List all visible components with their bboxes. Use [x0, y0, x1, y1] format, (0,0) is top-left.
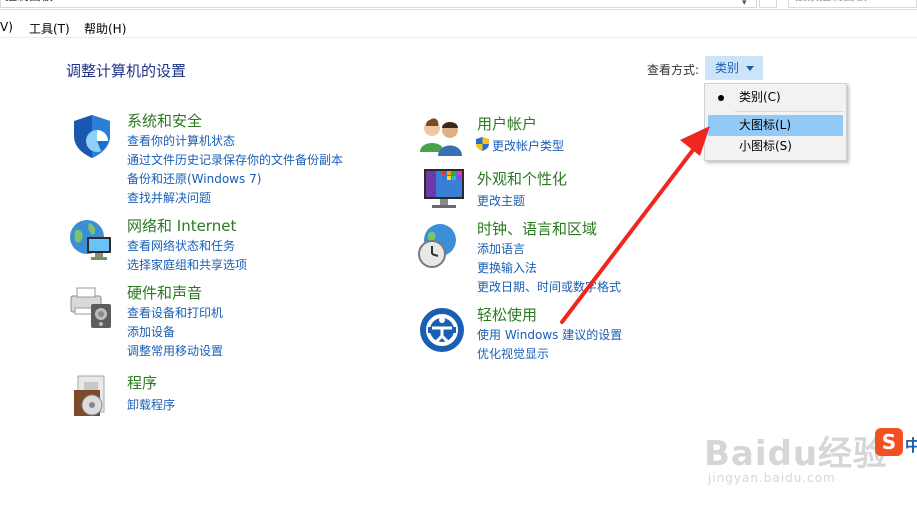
chevron-down-icon [746, 66, 754, 71]
printer-icon[interactable] [67, 282, 115, 330]
menu-item-label: 类别(C) [739, 90, 781, 104]
clock-globe-icon[interactable] [416, 222, 464, 270]
link-add-device[interactable]: 添加设备 [127, 323, 175, 340]
address-input[interactable]: 控制面板 [0, 0, 757, 8]
link-network-status[interactable]: 查看网络状态和任务 [127, 237, 235, 254]
link-view-computer-status[interactable]: 查看你的计算机状态 [127, 132, 235, 149]
refresh-icon[interactable]: ↻ [759, 0, 777, 8]
watermark-text: Baidu经验 [704, 434, 889, 474]
link-windows-recommended[interactable]: 使用 Windows 建议的设置 [477, 326, 622, 343]
address-dropdown-icon[interactable]: ▾ [742, 0, 747, 8]
link-add-language[interactable]: 添加语言 [477, 240, 525, 257]
link-homegroup[interactable]: 选择家庭组和共享选项 [127, 256, 247, 273]
category-network-internet[interactable]: 网络和 Internet [127, 215, 236, 236]
menu-item-category[interactable]: 类别(C) [708, 87, 843, 108]
ease-of-access-icon[interactable] [418, 306, 466, 354]
menu-help[interactable]: 帮助(H) [84, 20, 126, 37]
category-ease-of-access[interactable]: 轻松使用 [477, 304, 537, 325]
network-globe-icon[interactable] [67, 215, 115, 263]
watermark-url: jingyan.baidu.com [708, 471, 836, 485]
search-input[interactable]: 搜索控制面板 [788, 0, 917, 8]
sogou-logo-icon: S [875, 428, 903, 456]
link-devices-printers[interactable]: 查看设备和打印机 [127, 304, 223, 321]
menu-item-label: 大图标(L) [739, 118, 792, 132]
address-bar-region: 控制面板 ▾ ↻ 搜索控制面板 [0, 0, 917, 10]
link-uninstall[interactable]: 卸载程序 [127, 396, 175, 413]
link-change-theme[interactable]: 更改主题 [477, 192, 525, 209]
page-title: 调整计算机的设置 [66, 62, 187, 80]
menu-item-label: 小图标(S) [739, 139, 792, 153]
personalization-icon[interactable] [418, 165, 466, 213]
ime-mode-label: 中 [905, 436, 917, 455]
uac-shield-icon [476, 137, 489, 151]
link-optimize-display[interactable]: 优化视觉显示 [477, 345, 549, 362]
link-change-date-format[interactable]: 更改日期、时间或数字格式 [477, 278, 621, 295]
link-change-account-type[interactable]: 更改帐户类型 [492, 137, 564, 154]
link-backup-restore[interactable]: 备份和还原(Windows 7) [127, 170, 261, 187]
menu-bar: V) 工具(T) 帮助(H) [0, 16, 917, 38]
menu-tools[interactable]: 工具(T) [29, 20, 70, 37]
view-by-menu: 类别(C) 大图标(L) 小图标(S) [704, 83, 847, 161]
menu-separator [735, 111, 843, 112]
category-appearance[interactable]: 外观和个性化 [477, 168, 567, 189]
category-system-security[interactable]: 系统和安全 [127, 110, 202, 131]
link-file-history[interactable]: 通过文件历史记录保存你的文件备份副本 [127, 151, 343, 168]
category-clock-language[interactable]: 时钟、语言和区域 [477, 218, 597, 239]
shield-icon[interactable] [68, 112, 116, 160]
link-mobility-settings[interactable]: 调整常用移动设置 [127, 342, 223, 359]
view-by-value: 类别 [715, 61, 740, 75]
menu-item-large-icons[interactable]: 大图标(L) [708, 115, 843, 136]
programs-icon[interactable] [70, 372, 118, 420]
category-user-accounts[interactable]: 用户帐户 [477, 113, 537, 134]
view-by-dropdown[interactable]: 类别 [705, 56, 763, 80]
menu-item-small-icons[interactable]: 小图标(S) [708, 136, 843, 157]
category-hardware-sound[interactable]: 硬件和声音 [127, 282, 202, 303]
link-change-input-method[interactable]: 更换输入法 [477, 259, 537, 276]
watermark: Baidu经验 jingyan.baidu.com S 中 [700, 426, 917, 492]
view-by-label: 查看方式: [647, 63, 700, 77]
users-icon[interactable] [418, 112, 466, 160]
link-troubleshoot[interactable]: 查找并解决问题 [127, 189, 211, 206]
category-programs[interactable]: 程序 [127, 372, 157, 393]
selected-bullet-icon [718, 95, 724, 101]
menu-view[interactable]: V) [0, 20, 13, 34]
